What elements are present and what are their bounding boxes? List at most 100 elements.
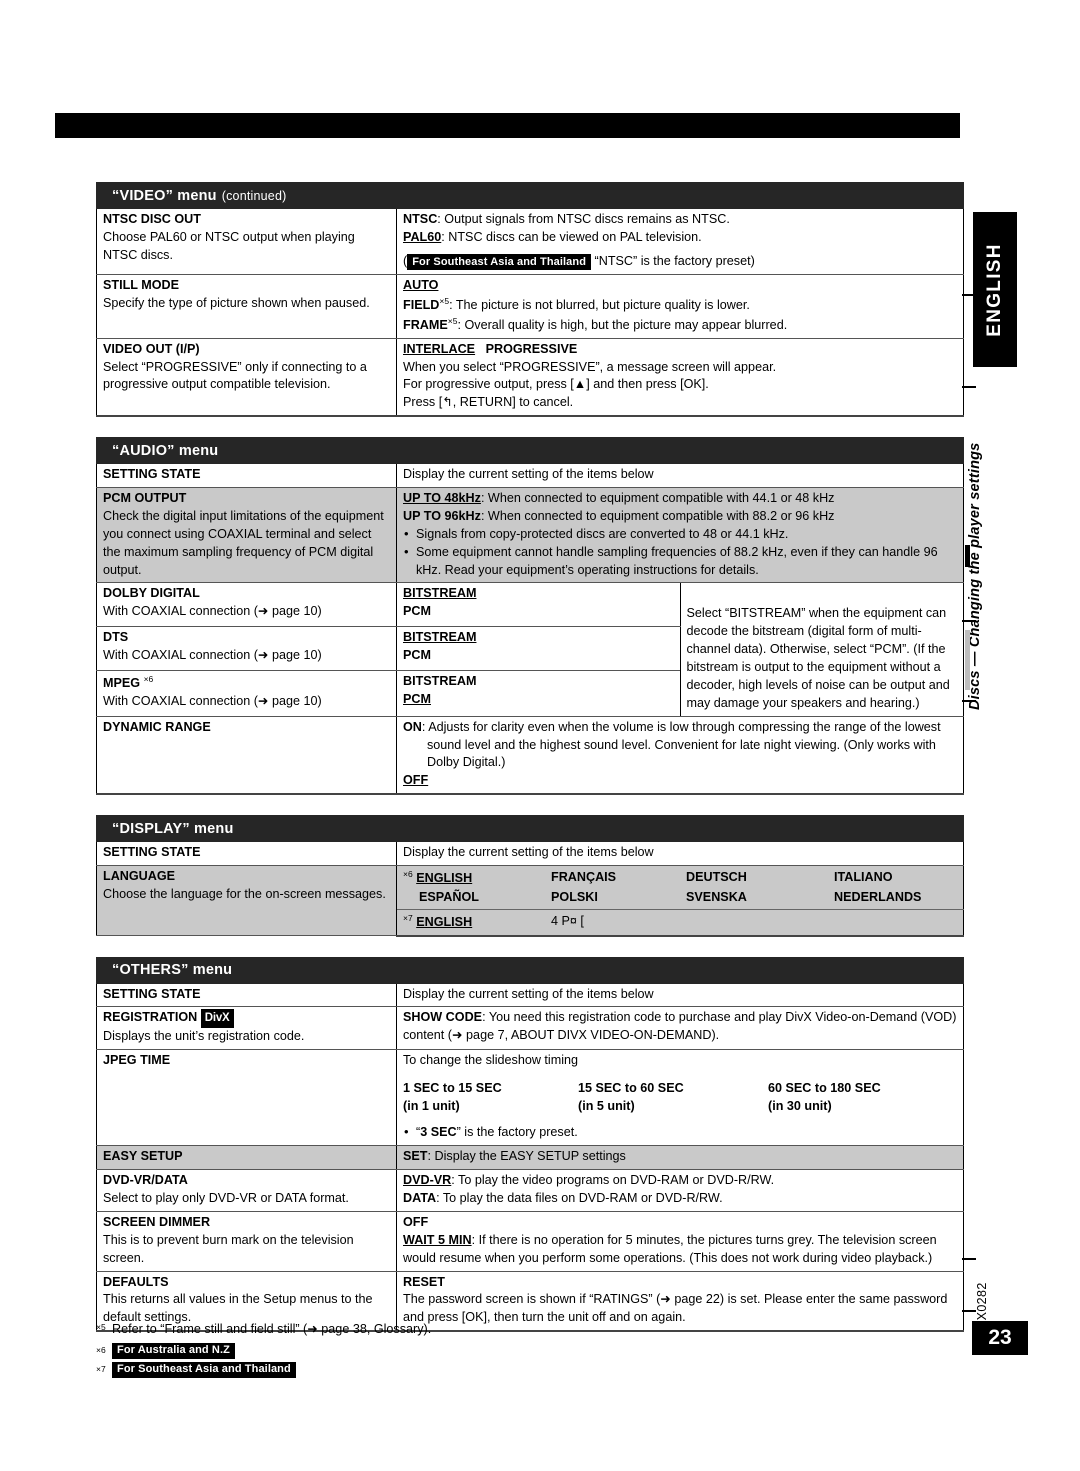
- option-pcm: PCM: [403, 647, 431, 662]
- crop-mark: [962, 294, 976, 296]
- option-text: : You need this registration code to pur…: [403, 1010, 957, 1043]
- setting-desc: With COAXIAL connection (➜ page 10): [103, 693, 322, 708]
- cell-setting-name: LANGUAGE Choose the language for the on-…: [96, 865, 397, 936]
- option-label-default: WAIT 5 MIN: [403, 1232, 472, 1247]
- table-display-menu: SETTING STATE Display the current settin…: [96, 842, 964, 937]
- option-text: : Adjusts for clarity even when the volu…: [421, 719, 941, 770]
- cell-setting-name: JPEG TIME: [96, 1049, 397, 1147]
- setting-title: VIDEO OUT (I/P): [103, 341, 200, 356]
- setting-desc: This is to prevent burn mark on the tele…: [103, 1232, 354, 1265]
- cell-setting-name: SETTING STATE: [96, 464, 397, 489]
- cell-setting-values: NTSC: Output signals from NTSC discs rem…: [396, 209, 964, 275]
- jpeg-note-list: “3 SEC” is the factory preset.: [403, 1123, 957, 1142]
- option-text: : When connected to equipment compatible…: [480, 508, 835, 523]
- table-row: DVD-VR/DATA Select to play only DVD-VR o…: [96, 1169, 964, 1212]
- footnote-badge: For Australia and N.Z: [112, 1342, 235, 1359]
- setting-title: DOLBY DIGITAL: [103, 585, 390, 603]
- page-content: “VIDEO” menu (continued) NTSC DISC OUT Ch…: [96, 182, 964, 1333]
- table-row: EASY SETUP SET: Display the EASY SETUP s…: [96, 1145, 964, 1171]
- option-off: OFF: [403, 1214, 429, 1229]
- language-grid-a: ×6 ENGLISH FRANÇAIS DEUTSCH ITALIANO ESP…: [403, 868, 957, 906]
- cell-setting-name: DVD-VR/DATA Select to play only DVD-VR o…: [96, 1169, 397, 1212]
- footnotes-block: ×5 Refer to “Frame still and field still…: [96, 1320, 796, 1381]
- cell-shared-description: Select “BITSTREAM” when the equipment ca…: [679, 582, 964, 717]
- table-row: NTSC DISC OUT Choose PAL60 or NTSC outpu…: [96, 209, 964, 275]
- list-item: Signals from copy-protected discs are co…: [403, 525, 957, 544]
- option-text: : The picture is not blurred, but pictur…: [449, 297, 750, 312]
- cell-options: BITSTREAM PCM: [396, 582, 681, 628]
- table-row: VIDEO OUT (I/P) Select “PROGRESSIVE” onl…: [96, 338, 964, 418]
- option-pal60: PAL60: NTSC discs can be viewed on PAL t…: [403, 229, 957, 247]
- setting-desc: Select to play only DVD-VR or DATA forma…: [103, 1191, 349, 1206]
- setting-title: DVD-VR/DATA: [103, 1173, 188, 1188]
- jpeg-unit: (in 1 unit): [403, 1099, 460, 1114]
- setting-title: LANGUAGE: [103, 869, 176, 883]
- lang-option-default: ENGLISH: [416, 871, 473, 886]
- cell-setting-name: DTS With COAXIAL connection (➜ page 10): [96, 626, 397, 671]
- cell-setting-name: PCM OUTPUT Check the digital input limit…: [96, 487, 397, 584]
- table-row: PCM OUTPUT Check the digital input limit…: [96, 487, 964, 584]
- lang-cell: NEDERLANDS: [834, 889, 922, 904]
- divx-badge: DivX: [200, 1009, 234, 1029]
- cell-setting-name: DYNAMIC RANGE: [96, 716, 397, 796]
- jpeg-range-grid: 1 SEC to 15 SEC 15 SEC to 60 SEC 60 SEC …: [403, 1079, 957, 1116]
- lang-cell: ×7 ENGLISH: [403, 912, 551, 932]
- setting-desc: Check the digital input limitations of t…: [103, 508, 384, 577]
- cell-setting-name: MPEG ×6 With COAXIAL connection (➜ page …: [96, 670, 397, 717]
- cell-language-options-b: ×7 ENGLISH 4 P¤ [: [396, 909, 964, 937]
- pcm-bullet-list: Signals from copy-protected discs are co…: [403, 525, 957, 580]
- footnote-badge: For Southeast Asia and Thailand: [112, 1361, 296, 1378]
- section-header-audio: “AUDIO” menu: [96, 437, 964, 465]
- option-reset: RESET: [403, 1274, 445, 1289]
- option-label-default: PAL60: [403, 229, 442, 244]
- table-row: SETTING STATE Display the current settin…: [96, 464, 964, 489]
- table-row: STILL MODE Specify the type of picture s…: [96, 274, 964, 339]
- crop-mark: [965, 545, 970, 567]
- setting-title: NTSC DISC OUT: [103, 212, 201, 226]
- cell-setting-name: REGISTRATION DivX Displays the unit’s re…: [96, 1006, 397, 1051]
- lang-cell: SVENSKA: [686, 889, 747, 904]
- footnote-ref: ×5: [439, 295, 450, 306]
- setting-desc: With COAXIAL connection (➜ page 10): [103, 647, 322, 662]
- setting-desc: Select “PROGRESSIVE” only if connecting …: [103, 359, 367, 392]
- option-label: PROGRESSIVE: [485, 341, 578, 356]
- cell-setting-values: Display the current setting of the items…: [396, 464, 964, 489]
- table-row: DOLBY DIGITAL With COAXIAL connection (➜…: [96, 582, 964, 717]
- table-row: SETTING STATE Display the current settin…: [96, 983, 964, 1008]
- setting-title-text: DOLBY DIGITAL: [103, 586, 200, 601]
- cell-setting-name: DOLBY DIGITAL With COAXIAL connection (➜…: [96, 582, 397, 628]
- section-title-video-suffix: (continued): [221, 188, 287, 203]
- option-on: ON: Adjusts for clarity even when the vo…: [403, 719, 957, 773]
- option-dvd-vr: DVD-VR: To play the video programs on DV…: [403, 1172, 957, 1190]
- jpeg-range: 1 SEC to 15 SEC: [403, 1080, 502, 1095]
- lang-cell: 4 P¤ [: [551, 913, 584, 928]
- option-label: ON: [403, 719, 422, 734]
- lang-cell: [834, 912, 957, 932]
- cell-setting-values: Display the current setting of the items…: [396, 983, 964, 1008]
- footnote-5: ×5 Refer to “Frame still and field still…: [96, 1320, 796, 1340]
- cell-setting-values: SHOW CODE: You need this registration co…: [396, 1006, 964, 1051]
- option-bitstream: BITSTREAM: [403, 586, 477, 601]
- setting-title: JPEG TIME: [103, 1053, 171, 1068]
- lang-option-default: ENGLISH: [416, 915, 473, 930]
- footnote-text: Refer to “Frame still and field still” (…: [112, 1322, 432, 1336]
- setting-desc: Specify the type of picture shown when p…: [103, 295, 370, 310]
- setting-title: EASY SETUP: [103, 1149, 183, 1164]
- setting-desc: Choose the language for the on-screen me…: [103, 886, 386, 901]
- crop-mark: [965, 630, 970, 690]
- side-chapter-caption: Discs — Changing the player settings: [967, 380, 998, 710]
- option-up-to-48: UP TO 48kHz: When connected to equipment…: [403, 490, 957, 508]
- cell-options: BITSTREAM PCM: [396, 626, 681, 671]
- lang-cell: ×6 ENGLISH: [403, 868, 551, 888]
- table-audio-menu: SETTING STATE Display the current settin…: [96, 464, 964, 796]
- option-text: : When connected to equipment compatible…: [480, 491, 835, 505]
- setting-title: MPEG ×6: [103, 673, 390, 693]
- lang-cell: FRANÇAIS: [551, 870, 617, 884]
- language-tab-label: ENGLISH: [984, 242, 1005, 337]
- cell-setting-name: EASY SETUP: [96, 1145, 397, 1171]
- table-row: SETTING STATE Display the current settin…: [96, 842, 964, 867]
- shared-description-text: Select “BITSTREAM” when the equipment ca…: [686, 606, 950, 710]
- option-text: : NTSC discs can be viewed on PAL televi…: [441, 229, 702, 244]
